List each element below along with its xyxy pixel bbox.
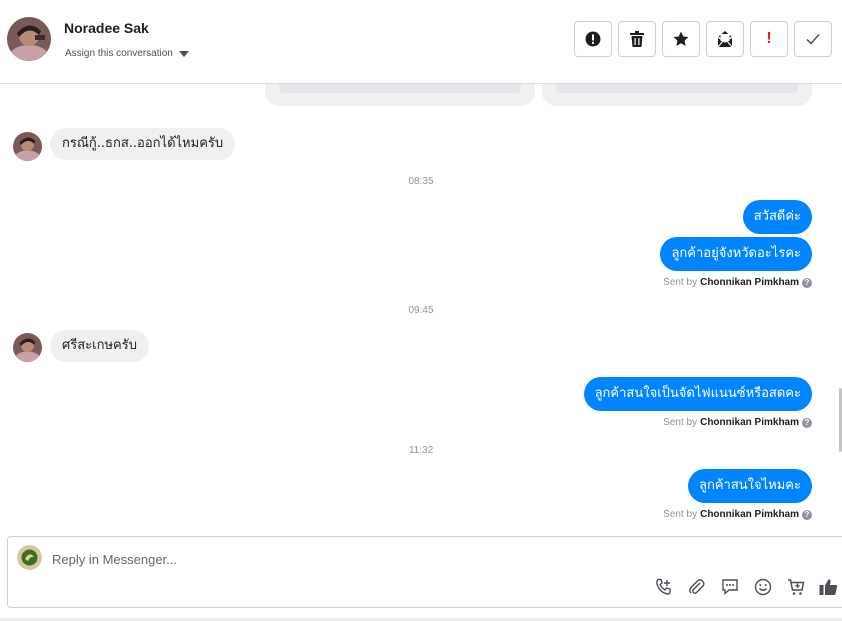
mark-important-button[interactable]: ! [750,21,788,57]
help-icon[interactable]: ? [802,417,812,428]
contact-avatar-small [13,333,42,362]
incoming-message[interactable]: กรณีกู้..ธกส..ออกได้ไหมครับ [50,128,236,160]
trash-icon [630,31,644,47]
sent-by-label: Sent by Chonnikan Pimkham ? [663,277,812,288]
exclamation-icon: ! [766,30,772,47]
agent-name[interactable]: Chonnikan Pimkham [700,417,799,428]
outgoing-message[interactable]: สวัสดีค่ะ [742,200,812,234]
sent-by-prefix: Sent by [663,417,698,428]
contact-avatar-small [13,132,42,161]
thumbs-up-icon [819,578,838,601]
message-timestamp: 11:32 [408,445,434,456]
help-icon[interactable]: ? [802,277,812,288]
card-content [279,84,521,93]
add-to-cart-button[interactable] [785,579,806,600]
check-icon [806,33,820,45]
saved-reply-icon [721,578,739,601]
sent-by-prefix: Sent by [663,277,698,288]
emoji-icon [754,578,772,601]
page-avatar [17,545,42,570]
agent-name[interactable]: Chonnikan Pimkham [700,277,799,288]
conversation-actions: ! [574,21,832,57]
star-icon [673,31,689,47]
caret-down-icon [178,50,189,57]
emoji-button[interactable] [752,578,773,601]
assign-label: Assign this conversation [65,48,173,59]
incoming-message[interactable]: ศรีสะเกษครับ [50,330,149,362]
alert-circle-icon [585,31,601,47]
message-timestamp: 08:35 [408,176,434,187]
star-button[interactable] [662,21,700,57]
card-content [556,84,798,93]
mark-done-button[interactable] [794,21,832,57]
like-button[interactable] [818,579,839,600]
mark-as-spam-button[interactable] [574,21,612,57]
call-add-button[interactable] [653,578,674,601]
assign-conversation-dropdown[interactable]: Assign this conversation [65,48,189,59]
outgoing-message[interactable]: ลูกค้าอยู่จังหวัดอะไรคะ [660,237,812,271]
mark-unread-button[interactable] [706,21,744,57]
attachment-icon [688,578,706,601]
help-icon[interactable]: ? [802,509,812,520]
shared-card[interactable] [542,84,812,106]
reply-composer [7,536,842,608]
message-timestamp: 09:45 [408,305,434,316]
add-to-cart-icon [787,578,805,601]
message-thread[interactable]: กรณีกู้..ธกส..ออกได้ไหมครับ 08:35 สวัสดี… [0,84,842,530]
contact-name[interactable]: Noradee Sak [64,20,149,36]
sent-by-prefix: Sent by [663,509,698,520]
sent-by-label: Sent by Chonnikan Pimkham ? [663,417,812,428]
contact-avatar[interactable] [7,17,51,61]
sent-by-label: Sent by Chonnikan Pimkham ? [663,509,812,520]
agent-name[interactable]: Chonnikan Pimkham [700,509,799,520]
attach-file-button[interactable] [686,579,707,600]
composer-toolbar [653,578,839,601]
reply-input[interactable] [52,549,612,569]
conversation-header: Noradee Sak Assign this conversation ! [0,0,842,84]
outgoing-message[interactable]: ลูกค้าสนใจเป็นจัดไฟแนนซ์หรือสดคะ [583,377,812,411]
delete-button[interactable] [618,21,656,57]
call-add-icon [655,578,673,601]
mark-unread-icon [716,30,734,48]
outgoing-message[interactable]: ลูกค้าสนใจไหมคะ [688,469,812,503]
shared-card[interactable] [265,84,535,106]
saved-replies-button[interactable] [719,579,740,600]
